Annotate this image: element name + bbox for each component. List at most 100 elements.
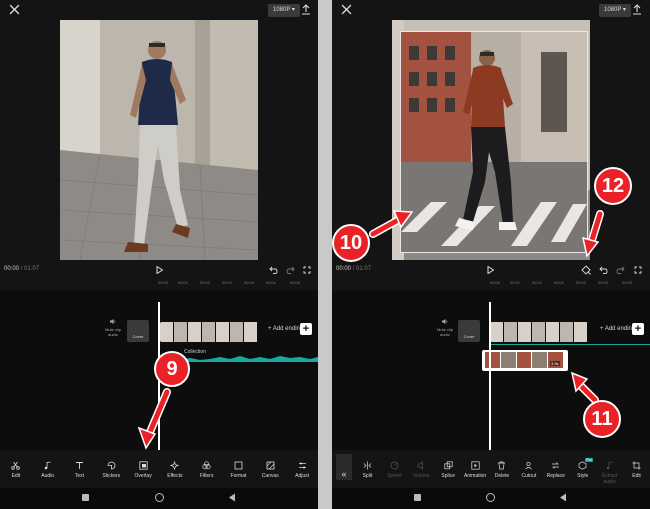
add-ending-button[interactable]: + Add ending xyxy=(600,326,635,332)
main-toolbar: Edit Audio Text Stickers Overlay Effects… xyxy=(0,452,318,488)
tool-label: Format xyxy=(230,473,247,479)
tool-format[interactable]: Format xyxy=(223,452,255,488)
add-clip-button[interactable]: + xyxy=(632,323,644,335)
redo-icon[interactable] xyxy=(286,266,295,274)
ruler-tick: 00:04 xyxy=(598,280,609,285)
ruler-tick: 00:05 xyxy=(622,280,633,285)
tool-edit[interactable]: Edit xyxy=(623,452,650,488)
tool-edit[interactable]: Edit xyxy=(0,452,32,488)
sticker-icon xyxy=(107,461,116,470)
time-ruler: 00:00 00:01 00:02 00:02 00:03 00:04 00:0… xyxy=(332,278,650,290)
tool-splice[interactable]: Splice xyxy=(435,452,462,488)
animation-icon xyxy=(471,461,480,470)
tool-animation[interactable]: Animation xyxy=(462,452,489,488)
ruler-tick: 00:04 xyxy=(266,280,277,285)
clip-frame xyxy=(560,322,573,342)
tool-speed[interactable]: Speed xyxy=(381,452,408,488)
export-upload-icon[interactable] xyxy=(632,4,642,15)
main-video-clip[interactable] xyxy=(490,322,594,342)
trash-icon xyxy=(498,461,506,470)
tool-volume[interactable]: Volume xyxy=(408,452,435,488)
ruler-tick: 00:05 xyxy=(290,280,301,285)
clip-frame xyxy=(546,322,559,342)
main-video-clip[interactable] xyxy=(160,322,264,342)
export-upload-icon[interactable] xyxy=(301,4,311,15)
recents-icon[interactable] xyxy=(82,494,89,501)
resolution-dropdown[interactable]: 1080P ▾ xyxy=(268,4,300,17)
timecode: 00:00 / 01:07 xyxy=(336,266,372,272)
mute-clip-audio-button[interactable]: Mute clip audio xyxy=(100,318,126,337)
add-ending-button[interactable]: + Add ending xyxy=(268,326,303,332)
close-icon[interactable] xyxy=(9,4,20,15)
collapse-toolbar-button[interactable]: « xyxy=(336,454,352,480)
undo-icon[interactable] xyxy=(599,266,608,274)
tool-canvas[interactable]: Canvas xyxy=(254,452,286,488)
clip-frame xyxy=(485,352,500,368)
overlay-clip-duration: 3.9s xyxy=(550,361,560,366)
back-icon[interactable] xyxy=(559,493,567,502)
add-clip-button[interactable]: + xyxy=(300,323,312,335)
tool-label: Volume xyxy=(412,473,430,479)
clip-frame xyxy=(518,322,531,342)
tool-label: Splice xyxy=(441,473,455,479)
left-editor-panel: 1080P ▾ 00:00 / 01:07 00:00 00:01 00:02 … xyxy=(0,0,318,509)
keyframe-icon[interactable] xyxy=(581,265,591,275)
clip-frame xyxy=(174,322,187,342)
video-preview[interactable] xyxy=(0,20,318,260)
pro-badge: Pro xyxy=(585,458,593,462)
style-icon xyxy=(578,461,587,470)
timecode: 00:00 / 01:07 xyxy=(4,266,40,272)
redo-icon[interactable] xyxy=(616,266,625,274)
resolution-dropdown[interactable]: 1080P ▾ xyxy=(599,4,631,17)
home-icon[interactable] xyxy=(486,493,495,502)
tool-label: Audio xyxy=(41,473,55,479)
tool-adjust[interactable]: Adjust xyxy=(286,452,318,488)
ruler-tick: 00:00 xyxy=(158,280,169,285)
overlay-clip-frame[interactable] xyxy=(400,31,588,253)
tool-cutout[interactable]: Cutout xyxy=(515,452,542,488)
recents-icon[interactable] xyxy=(414,494,421,501)
clip-frame xyxy=(500,352,516,368)
fullscreen-icon[interactable] xyxy=(634,266,642,274)
tool-replace[interactable]: Replace xyxy=(542,452,569,488)
tool-delete[interactable]: Delete xyxy=(489,452,516,488)
cover-button[interactable]: Cover xyxy=(458,320,480,342)
split-icon xyxy=(363,461,372,470)
tool-overlay[interactable]: Overlay xyxy=(127,452,159,488)
tool-extract-audio[interactable]: Extract audio xyxy=(596,452,623,488)
cover-button[interactable]: Cover xyxy=(127,320,149,342)
android-nav-bar xyxy=(0,488,318,509)
scissors-icon xyxy=(11,461,21,470)
tool-style[interactable]: Pro Style xyxy=(569,452,596,488)
text-icon xyxy=(75,462,83,469)
ruler-tick: 00:02 xyxy=(200,280,211,285)
undo-icon[interactable] xyxy=(269,266,278,274)
back-icon[interactable] xyxy=(228,493,236,502)
tool-label: Speed xyxy=(387,473,402,479)
close-icon[interactable] xyxy=(341,4,352,15)
tool-audio[interactable]: Audio xyxy=(32,452,64,488)
playhead[interactable] xyxy=(489,302,491,450)
ruler-tick: 00:03 xyxy=(244,280,255,285)
fullscreen-icon[interactable] xyxy=(303,266,311,274)
cutout-icon xyxy=(525,461,533,470)
playback-controls: 00:00 / 01:07 xyxy=(0,262,318,278)
tool-stickers[interactable]: Stickers xyxy=(95,452,127,488)
home-icon[interactable] xyxy=(155,493,164,502)
play-icon[interactable] xyxy=(156,266,163,274)
right-editor-panel: 1080P ▾ 00:00 / 01:07 00:00 00:01 00:02 … xyxy=(332,0,650,509)
tool-effects[interactable]: Effects xyxy=(159,452,191,488)
preview-frame xyxy=(60,20,258,260)
play-icon[interactable] xyxy=(487,266,494,274)
overlay-clip-track[interactable]: 3.9s xyxy=(482,350,568,371)
tool-label: Adjust xyxy=(295,473,310,479)
step-badge-10: 10 xyxy=(332,224,370,262)
tool-filters[interactable]: Filters xyxy=(191,452,223,488)
android-nav-bar xyxy=(332,488,650,509)
volume-icon xyxy=(417,461,423,470)
tool-split[interactable]: Split xyxy=(354,452,381,488)
double-chevron-left-icon: « xyxy=(341,469,347,479)
mute-clip-audio-button[interactable]: Mute clip audio xyxy=(432,318,458,337)
video-preview[interactable] xyxy=(332,20,650,260)
tool-text[interactable]: Text xyxy=(64,452,96,488)
